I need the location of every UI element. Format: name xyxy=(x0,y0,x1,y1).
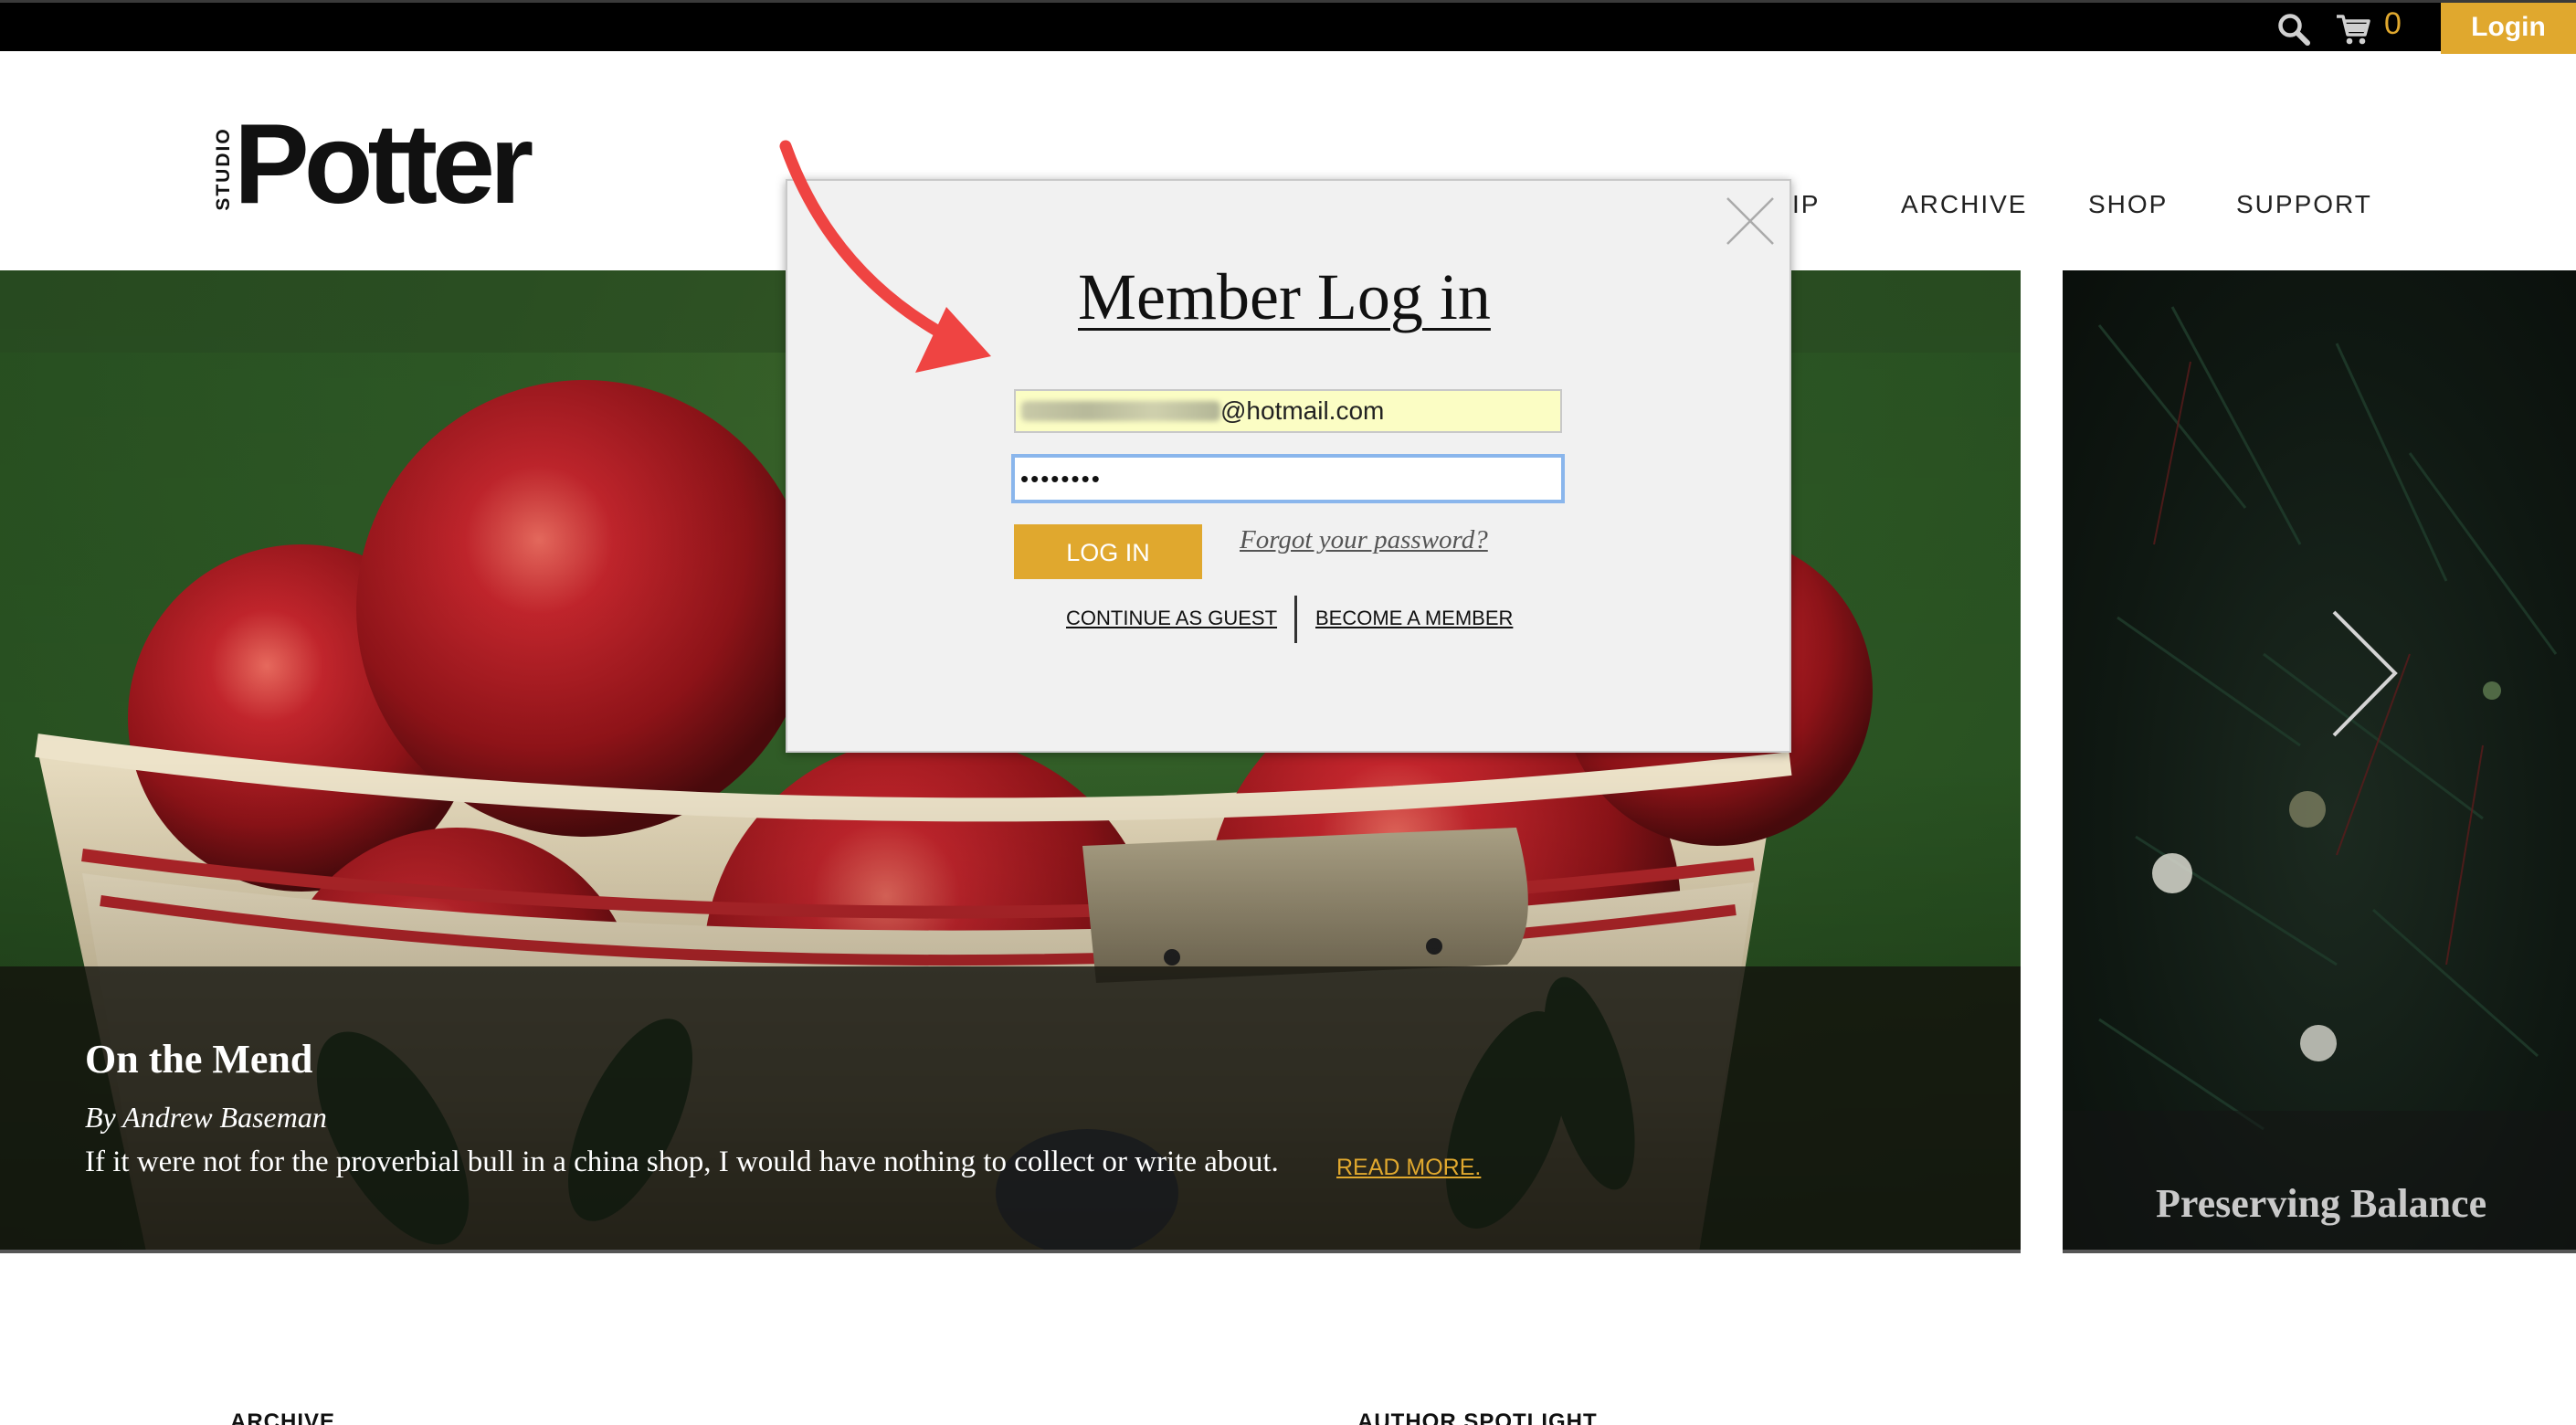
cart-count[interactable]: 0 xyxy=(2384,6,2402,42)
nav-item-support[interactable]: SUPPORT xyxy=(2236,190,2372,219)
site-logo[interactable]: STUDIO Potter xyxy=(212,108,559,224)
email-field[interactable]: @hotmail.com xyxy=(1014,389,1562,433)
chevron-right-icon[interactable] xyxy=(2329,607,2402,740)
top-bar: 0 Login xyxy=(0,0,2576,54)
close-icon[interactable] xyxy=(1725,195,1776,247)
nav-item-membership[interactable]: IP xyxy=(1792,190,1820,219)
email-domain-text: @hotmail.com xyxy=(1220,396,1385,425)
forgot-password-link[interactable]: Forgot your password? xyxy=(1240,525,1488,555)
read-more-link[interactable]: READ MORE. xyxy=(1336,1155,1481,1181)
hero-excerpt: If it were not for the proverbial bull i… xyxy=(85,1145,1279,1178)
login-button[interactable]: Login xyxy=(2441,3,2576,54)
nav-item-shop[interactable]: SHOP xyxy=(2088,190,2168,219)
password-field[interactable]: •••••••• xyxy=(1011,454,1565,503)
hero-slide-side[interactable] xyxy=(2063,270,2576,1251)
annotation-arrow-icon xyxy=(779,140,991,373)
logo-studio-text: STUDIO xyxy=(213,127,234,211)
link-separator xyxy=(1294,596,1297,643)
modal-title: Member Log in xyxy=(1078,260,1491,333)
hero-divider xyxy=(0,1250,2021,1253)
cart-icon[interactable] xyxy=(2336,13,2370,46)
archive-heading: ARCHIVE xyxy=(230,1409,336,1425)
author-spotlight-heading: AUTHOR SPOTLIGHT xyxy=(1357,1409,1598,1425)
search-icon[interactable] xyxy=(2276,12,2311,47)
side-slide-title[interactable]: Preserving Balance xyxy=(2156,1180,2486,1227)
logo-potter-text: Potter xyxy=(234,101,533,227)
continue-as-guest-link[interactable]: CONTINUE AS GUEST xyxy=(1066,607,1277,630)
log-in-button[interactable]: LOG IN xyxy=(1014,524,1202,579)
become-member-link[interactable]: BECOME A MEMBER xyxy=(1315,607,1513,630)
nav-item-archive[interactable]: ARCHIVE xyxy=(1901,190,2027,219)
redacted-email xyxy=(1021,400,1220,421)
side-hero-image xyxy=(2097,306,2558,1131)
hero-title[interactable]: On the Mend xyxy=(85,1036,312,1082)
hero-author: By Andrew Baseman xyxy=(85,1101,327,1134)
